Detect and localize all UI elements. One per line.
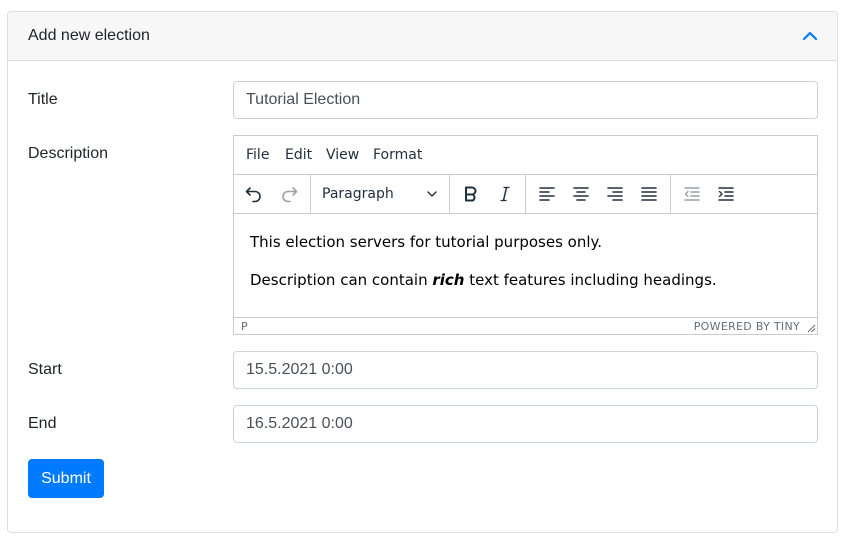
toolbar-separator (525, 175, 526, 213)
block-format-select[interactable]: Paragraph (314, 179, 444, 209)
start-label: Start (28, 361, 62, 378)
align-right-icon[interactable] (600, 179, 630, 209)
redo-icon[interactable] (274, 179, 304, 209)
chevron-up-icon[interactable] (799, 25, 821, 47)
card-header[interactable]: Add new election (8, 12, 837, 61)
end-label: End (28, 415, 57, 432)
menu-edit[interactable]: Edit (285, 147, 312, 163)
editor-toolbar: Paragraph (234, 175, 817, 214)
editor-menubar: File Edit View Format (234, 136, 817, 175)
outdent-icon[interactable] (677, 179, 707, 209)
content-text: Description can contain (250, 271, 433, 289)
menu-file[interactable]: File (246, 147, 269, 163)
editor-content[interactable]: This election servers for tutorial purpo… (234, 214, 817, 317)
toolbar-separator (670, 175, 671, 213)
editor-statusbar: P Powered by Tiny (234, 317, 817, 334)
end-datetime-input[interactable] (233, 405, 818, 443)
title-label: Title (28, 91, 58, 108)
undo-icon[interactable] (239, 179, 269, 209)
card-title: Add new election (28, 27, 150, 44)
align-center-icon[interactable] (566, 179, 596, 209)
bold-icon[interactable] (456, 179, 486, 209)
element-path[interactable]: P (241, 320, 248, 333)
add-election-card: Add new election Title Description File … (7, 11, 838, 533)
description-editor: File Edit View Format Paragraph This ele… (233, 135, 818, 335)
submit-button[interactable]: Submit (28, 459, 104, 498)
indent-icon[interactable] (711, 179, 741, 209)
menu-format[interactable]: Format (373, 147, 422, 163)
content-paragraph: This election servers for tutorial purpo… (250, 233, 603, 251)
align-justify-icon[interactable] (634, 179, 664, 209)
align-left-icon[interactable] (532, 179, 562, 209)
italic-icon[interactable] (490, 179, 520, 209)
content-text: text features including headings. (464, 271, 717, 289)
toolbar-separator (449, 175, 450, 213)
description-label: Description (28, 145, 109, 162)
chevron-down-icon (426, 188, 438, 204)
content-paragraph: Description can contain rich text featur… (250, 270, 801, 290)
powered-by-tiny-link[interactable]: Powered by Tiny (694, 320, 800, 333)
title-input[interactable] (233, 81, 818, 119)
toolbar-separator (310, 175, 311, 213)
block-format-label: Paragraph (322, 186, 394, 202)
start-datetime-input[interactable] (233, 351, 818, 389)
resize-handle-icon[interactable] (806, 323, 816, 333)
menu-view[interactable]: View (326, 147, 359, 163)
rich-text-emphasis: rich (432, 271, 465, 289)
